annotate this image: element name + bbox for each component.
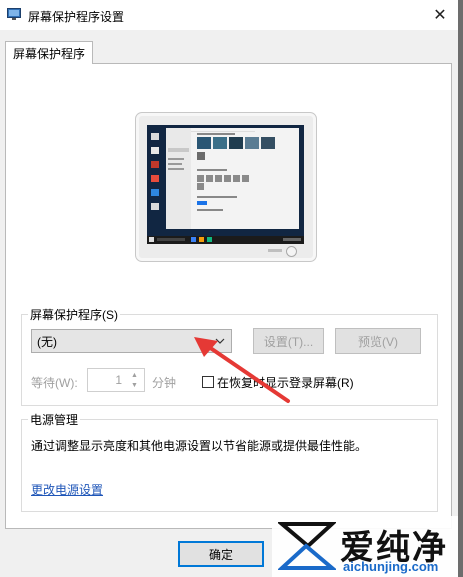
window-title: 屏幕保护程序设置 [28,10,125,24]
wait-value: 1 [115,373,122,387]
wait-label: 等待(W): [31,376,78,390]
title-bar: 屏幕保护程序设置 ✕ [0,0,463,30]
monitor-power-icon [286,246,297,257]
change-power-settings-link[interactable]: 更改电源设置 [31,481,103,498]
tab-label: 屏幕保护程序 [12,46,85,61]
watermark-url: aichunjing.com [343,559,439,574]
wait-spinner[interactable]: 1 ▲ ▼ [87,368,145,392]
monitor-screen [147,125,304,244]
annotation-arrow-icon [194,337,290,403]
ok-button[interactable]: 确定 [178,541,264,567]
power-group [21,419,438,512]
spin-down-icon[interactable]: ▼ [127,380,142,390]
desktop-thumbnail [147,125,304,244]
monitor-led [268,249,282,252]
power-description: 通过调整显示亮度和其他电源设置以节省能源或提供最佳性能。 [31,439,368,453]
close-icon: ✕ [433,7,447,24]
window-edge [458,0,463,577]
watermark-logo-icon [278,522,336,570]
close-button[interactable]: ✕ [417,0,463,30]
screensaver-group-label: 屏幕保护程序(S) [28,306,120,323]
spin-up-icon[interactable]: ▲ [127,370,142,380]
screensaver-app-icon [7,8,21,20]
screensaver-selected-value: (无) [37,334,57,349]
minute-label: 分钟 [152,376,177,390]
preview-button[interactable]: 预览(V) [335,328,421,354]
preview-button-label: 预览(V) [358,334,398,349]
ok-button-label: 确定 [208,547,233,562]
power-group-label: 电源管理 [28,411,81,428]
tab-screensaver[interactable]: 屏幕保护程序 [5,41,93,64]
